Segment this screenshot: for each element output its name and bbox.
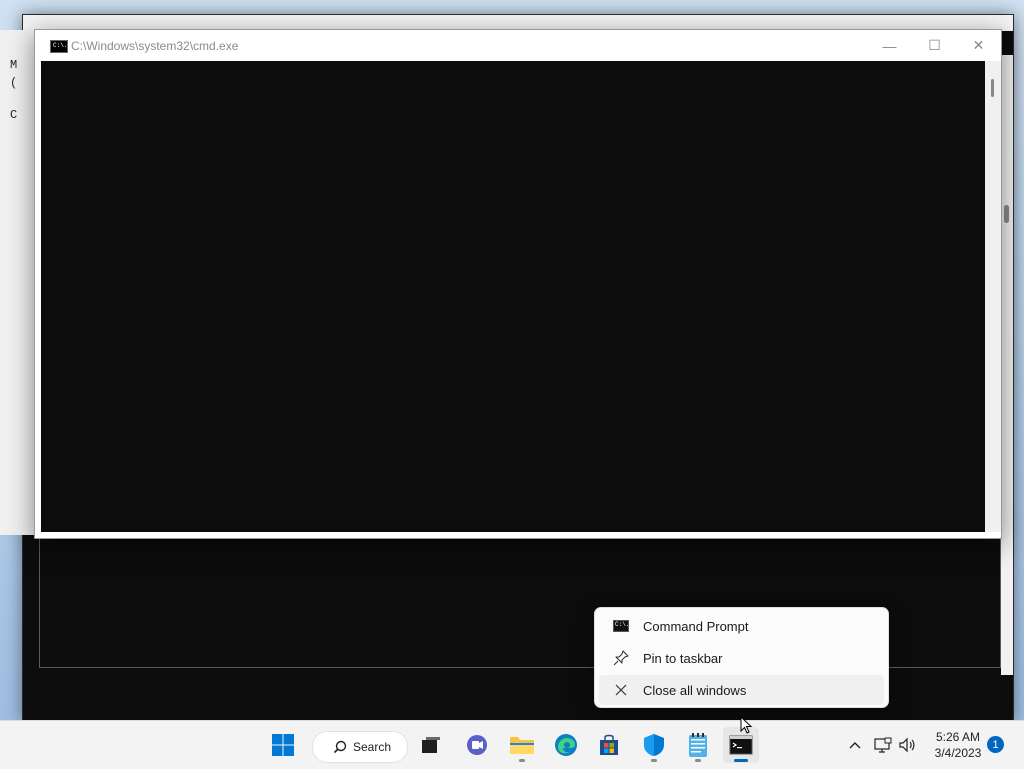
cmd-app-icon: C:\. [50,40,68,53]
search-label: Search [353,740,392,754]
network-button[interactable] [872,721,894,769]
menu-item-label: Pin to taskbar [643,650,723,666]
taskbar: Search 5:26 AM 3/4/2023 [0,720,1024,769]
background-text-line: M [10,58,18,72]
chevron-up-icon [849,742,861,749]
edge-icon [555,734,577,756]
terminal-icon [729,735,753,755]
notification-badge[interactable]: 1 [987,736,1004,753]
minimize-button[interactable]: — [867,30,912,61]
taskbar-search-box[interactable]: Search [312,731,408,763]
console-scrollbar[interactable] [985,61,1001,532]
background-text-line: ( [10,76,18,90]
start-button[interactable] [265,727,301,763]
minimize-icon: — [882,37,897,54]
close-button[interactable]: ✕ [956,30,1001,61]
task-view-button[interactable] [413,727,449,763]
search-icon [333,740,347,754]
menu-item-label: Command Prompt [643,618,749,634]
store-button[interactable] [591,727,627,763]
background-scrollbar[interactable] [1001,55,1013,675]
clock[interactable]: 5:26 AM 3/4/2023 [928,729,988,761]
maximize-button[interactable]: ☐ [912,30,957,61]
volume-icon [899,737,915,753]
scrollbar-thumb[interactable] [991,79,994,97]
pin-icon [609,650,633,666]
volume-button[interactable] [896,721,918,769]
folder-icon [510,737,534,754]
background-scrollbar-thumb[interactable] [1004,205,1009,223]
running-indicator [651,759,657,762]
menu-item-label: Close all windows [643,682,747,698]
close-icon: ✕ [972,37,985,53]
shield-icon [644,734,664,756]
windows-logo-icon [272,734,294,756]
defender-button[interactable] [636,727,672,763]
taskbar-context-menu: C:\. Command Prompt Pin to taskbar Close… [594,607,889,708]
edge-button[interactable] [548,727,584,763]
console-output-area[interactable] [41,61,985,532]
clock-date: 3/4/2023 [934,746,982,760]
clock-time: 5:26 AM [935,730,981,744]
cmd-window[interactable]: C:\. C:\Windows\system32\cmd.exe — ☐ ✕ [34,29,1002,539]
running-indicator [519,759,525,762]
menu-item-pin-to-taskbar[interactable]: Pin to taskbar [599,643,884,673]
file-explorer-button[interactable] [504,727,540,763]
store-icon [600,734,618,755]
task-view-icon [422,737,440,753]
chat-icon [467,735,487,755]
show-hidden-icons-button[interactable] [844,721,866,769]
active-indicator [734,759,748,762]
network-icon [874,737,892,753]
running-indicator [695,759,701,762]
background-window-text-strip: M ( C [0,30,36,535]
mouse-cursor-icon [740,716,753,734]
cmd-titlebar[interactable]: C:\. C:\Windows\system32\cmd.exe — ☐ ✕ [35,30,1001,61]
menu-item-close-all-windows[interactable]: Close all windows [599,675,884,705]
command-prompt-icon: C:\. [613,620,629,632]
notepad-icon [689,733,707,757]
background-text-line: C [10,108,18,122]
chat-button[interactable] [459,727,495,763]
close-icon [609,682,633,698]
window-title: C:\Windows\system32\cmd.exe [71,39,239,53]
menu-item-command-prompt[interactable]: C:\. Command Prompt [599,611,884,641]
notepad-button[interactable] [680,727,716,763]
maximize-icon: ☐ [928,37,941,53]
